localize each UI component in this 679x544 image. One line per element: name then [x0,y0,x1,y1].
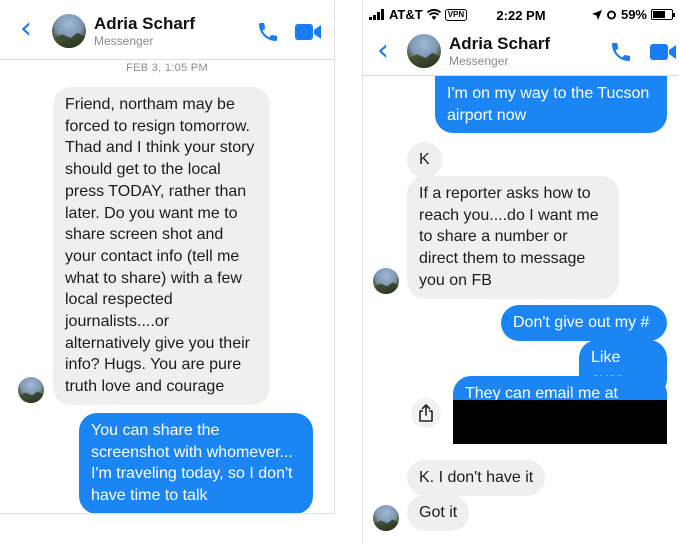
video-camera-icon[interactable] [649,42,677,62]
chat-header: ‹ Adria Scharf Messenger [0,0,334,60]
sender-avatar [18,377,44,403]
incoming-message-bubble[interactable]: Got it [407,495,470,531]
contact-subtitle: Messenger [449,54,509,68]
back-chevron-icon[interactable]: ‹ [377,36,389,66]
contact-name[interactable]: Adria Scharf [94,14,195,34]
back-chevron-icon[interactable]: ‹ [20,14,32,44]
battery-percent: 59% [620,7,647,22]
incoming-message-bubble[interactable]: Friend, northam may be forced to resign … [53,87,270,405]
contact-avatar[interactable] [407,34,441,68]
redaction-block [453,400,667,444]
message-timestamp: FEB 3, 1:05 PM [126,62,208,74]
incoming-message-bubble[interactable]: K [407,142,442,178]
phone-icon[interactable] [609,40,633,64]
battery-icon [651,9,675,20]
sender-avatar [373,505,399,531]
outgoing-message-bubble[interactable]: You can share the screenshot with whomev… [79,413,313,513]
sender-avatar [373,268,399,294]
video-camera-icon[interactable] [294,22,322,42]
status-bar: AT&T VPN 2:22 PM 59% [363,0,679,28]
location-arrow-icon [591,9,602,20]
contact-subtitle: Messenger [94,34,154,48]
phone-icon[interactable] [256,20,280,44]
share-icon [419,404,433,422]
incoming-message-bubble[interactable]: K. I don't have it [407,460,546,496]
incoming-message-bubble[interactable]: If a reporter asks how to reach you....d… [407,176,619,299]
left-conversation-screenshot: ‹ Adria Scharf Messenger FEB 3, 1:05 PM … [0,0,335,514]
outgoing-message-bubble[interactable]: Don't give out my # [501,305,667,341]
right-conversation-screenshot: AT&T VPN 2:22 PM 59% ‹ Adria Scharf Mess… [362,0,679,544]
contact-avatar[interactable] [52,14,86,48]
chat-header: ‹ Adria Scharf Messenger [363,28,679,76]
alarm-icon [606,10,616,20]
contact-name[interactable]: Adria Scharf [449,34,550,54]
share-button[interactable] [411,398,441,428]
outgoing-message-bubble[interactable]: I'm on my way to the Tucson airport now [435,76,667,134]
